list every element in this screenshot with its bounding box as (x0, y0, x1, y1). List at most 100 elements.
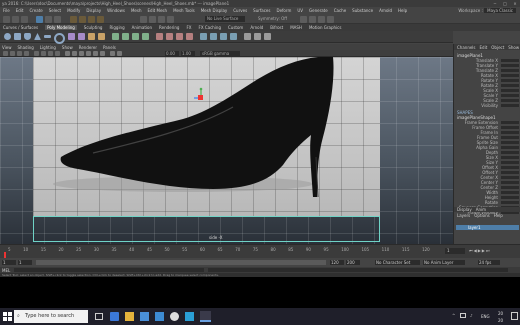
clock-time[interactable]: 20 (498, 311, 503, 316)
language-indicator[interactable]: ENG (481, 314, 490, 319)
shelf-tab-arnold[interactable]: Arnold (250, 25, 263, 30)
layer-row[interactable]: layer1 (456, 225, 519, 230)
store-icon[interactable] (140, 312, 149, 321)
menu-deform[interactable]: Deform (276, 8, 291, 13)
ipr-render-icon[interactable] (158, 16, 165, 23)
play-icon[interactable]: ▶ (478, 248, 481, 254)
viewport-menu-renderer[interactable]: Renderer (79, 45, 97, 50)
film-gate-icon[interactable] (41, 51, 46, 56)
layer-menu-layers[interactable]: Layers (457, 213, 470, 218)
range-bar[interactable] (36, 260, 326, 265)
combine-icon[interactable] (68, 33, 75, 40)
menu-windows[interactable]: Windows (107, 8, 125, 13)
menu-help[interactable]: Help (398, 8, 407, 13)
attr-center-y-field[interactable] (501, 181, 519, 184)
poly-plane-icon[interactable] (44, 35, 51, 38)
menu-edit[interactable]: Edit (16, 8, 24, 13)
shelf-tab-custom[interactable]: Custom (228, 25, 243, 30)
gate-mask-icon[interactable] (55, 51, 60, 56)
attr-frame-offset-field[interactable] (501, 126, 519, 129)
snap-grid-icon[interactable] (70, 16, 77, 23)
separate-icon[interactable] (78, 33, 85, 40)
attr-rotate-field[interactable] (501, 201, 519, 204)
menu-create[interactable]: Create (29, 8, 42, 13)
attr-scale-y-field[interactable] (501, 94, 519, 97)
multi-cut-icon[interactable] (156, 33, 163, 40)
network-icon[interactable] (460, 313, 466, 318)
quad-draw-icon[interactable] (186, 33, 193, 40)
wireframe-icon[interactable] (309, 16, 316, 23)
shelf-tab-rendering[interactable]: Rendering (159, 25, 179, 30)
maximize-button[interactable]: □ (503, 1, 507, 6)
step-forward-icon[interactable]: ▶ (482, 248, 485, 254)
poly-cube-icon[interactable] (14, 33, 21, 40)
shadows-icon[interactable] (100, 51, 105, 56)
select-by-hierarchy-icon[interactable] (36, 16, 43, 23)
live-surface-field[interactable]: No Live Surface (205, 16, 245, 22)
minimize-button[interactable]: − (493, 1, 496, 6)
attr-translate-z-field[interactable] (501, 69, 519, 72)
snap-view-plane-icon[interactable] (97, 16, 104, 23)
grid-toggle-icon[interactable] (34, 51, 39, 56)
anim-start-field[interactable]: 1 (2, 260, 16, 265)
photoshop-icon[interactable] (185, 312, 194, 321)
channel-box-tab-channels[interactable]: Channels (457, 45, 476, 50)
insert-edge-loop-icon[interactable] (176, 33, 183, 40)
color-space-field[interactable]: sRGB gamma (200, 51, 240, 56)
shelf-tab-bifrost[interactable]: Bifrost (270, 25, 283, 30)
menu-display[interactable]: Display (86, 8, 101, 13)
symmetry-label[interactable]: Symmetry: Off (258, 16, 287, 22)
layer-menu-help[interactable]: Help (494, 213, 503, 218)
near-clip-field[interactable]: 0.00 (165, 51, 179, 56)
menu-edit-mesh[interactable]: Edit Mesh (148, 8, 168, 13)
attr-frame-extension-field[interactable] (501, 121, 519, 124)
freeze-transform-icon[interactable] (220, 33, 227, 40)
file-explorer-icon[interactable] (125, 312, 134, 321)
render-settings-icon[interactable] (167, 16, 174, 23)
menu-mesh[interactable]: Mesh (131, 8, 142, 13)
shelf-tab-sculpting[interactable]: Sculpting (84, 25, 103, 30)
range-end-field[interactable]: 120 (330, 260, 344, 265)
shelf-tab-poly-modeling[interactable]: Poly Modeling (45, 25, 77, 30)
open-scene-icon[interactable] (12, 16, 19, 23)
close-button[interactable]: × (513, 1, 516, 6)
uv-editor-icon[interactable] (244, 33, 251, 40)
xray-joints-icon[interactable] (117, 51, 122, 56)
mirror-icon[interactable] (200, 33, 207, 40)
attr-rotate-x-field[interactable] (501, 74, 519, 77)
viewport-menu-panels[interactable]: Panels (103, 45, 116, 50)
image-plane-icon[interactable] (24, 51, 29, 56)
layer-tab-display[interactable]: Display (457, 207, 472, 212)
attr-scale-x-field[interactable] (501, 89, 519, 92)
bridge-icon[interactable] (122, 33, 129, 40)
tray-chevron-icon[interactable]: ^ (452, 313, 455, 318)
go-to-start-icon[interactable]: ⏮ (469, 248, 473, 254)
attr-frame-in-field[interactable] (501, 131, 519, 134)
range-start-field[interactable]: 1 (18, 260, 32, 265)
viewport-menu-lighting[interactable]: Lighting (40, 45, 56, 50)
poly-cone-icon[interactable] (34, 33, 41, 40)
attr-frame-out-field[interactable] (501, 136, 519, 139)
go-to-end-icon[interactable]: ⏭ (486, 248, 490, 254)
attr-translate-x-field[interactable] (501, 59, 519, 62)
shelf-tab-rigging[interactable]: Rigging (109, 25, 124, 30)
attr-sprite-size-field[interactable] (501, 141, 519, 144)
bevel-icon[interactable] (132, 33, 139, 40)
viewport-menu-shading[interactable]: Shading (18, 45, 34, 50)
notification-icon[interactable] (511, 312, 518, 320)
mail-icon[interactable] (155, 312, 164, 321)
attr-center-x-field[interactable] (501, 176, 519, 179)
isolate-select-icon[interactable] (110, 51, 115, 56)
camera-attributes-icon[interactable] (10, 51, 15, 56)
move-manipulator-icon[interactable] (192, 87, 210, 107)
attr-offset-y-field[interactable] (501, 171, 519, 174)
shelf-tab-mash[interactable]: MASH (290, 25, 302, 30)
menu-surfaces[interactable]: Surfaces (253, 8, 270, 13)
anim-end-field[interactable]: 200 (346, 260, 360, 265)
smooth-shade-all-icon[interactable] (72, 51, 77, 56)
smooth-icon[interactable] (88, 33, 95, 40)
fps-field[interactable]: 24 fps (478, 260, 500, 265)
menu-curves[interactable]: Curves (233, 8, 247, 13)
boolean-icon[interactable] (98, 33, 105, 40)
clock-date[interactable]: 20 (498, 318, 503, 323)
